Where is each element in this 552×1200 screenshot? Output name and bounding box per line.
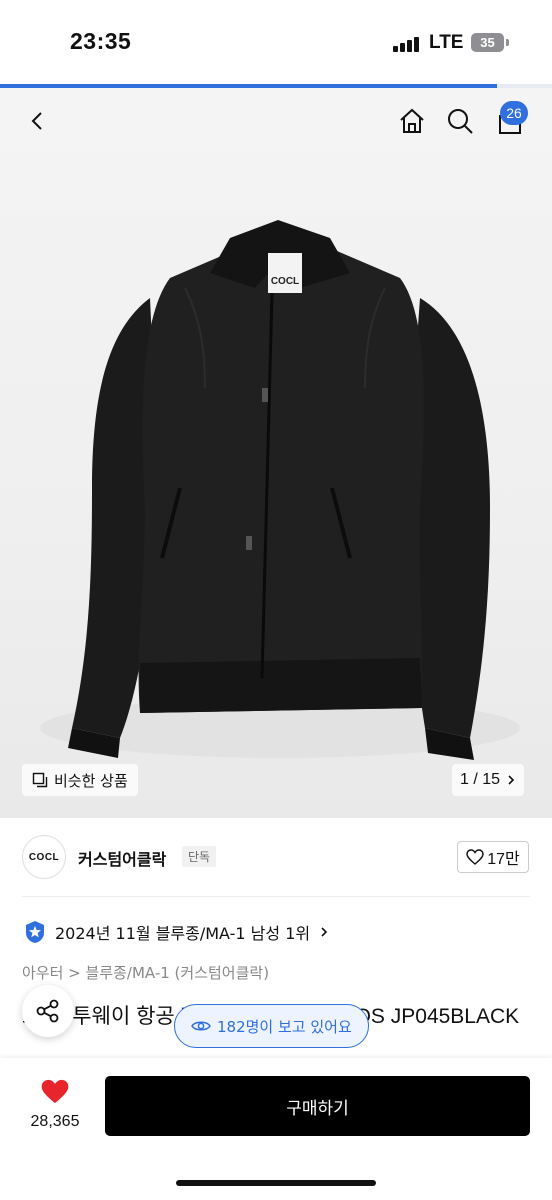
eye-icon (191, 1021, 211, 1031)
image-page-indicator[interactable]: 1 / 15 (452, 764, 525, 796)
divider (22, 896, 530, 897)
search-button[interactable] (440, 101, 480, 141)
home-icon (400, 108, 424, 133)
home-button[interactable] (392, 101, 432, 141)
chevron-left-icon (31, 112, 42, 130)
ranking-link[interactable]: 2024년 11월 블루종/MA-1 남성 1위 (24, 918, 329, 946)
brand-name[interactable]: 커스텀어클락 (78, 846, 166, 870)
chevron-right-icon (321, 927, 328, 937)
wishlist-count: 28,365 (30, 1113, 80, 1130)
similar-products-label: 비슷한 상품 (54, 771, 128, 790)
back-button[interactable] (18, 101, 58, 141)
cart-count-badge: 26 (500, 101, 528, 125)
network-label: LTE (429, 32, 464, 53)
rank-badge-icon (26, 921, 44, 943)
similar-products-button[interactable]: 비슷한 상품 (22, 764, 138, 796)
heart-outline-icon (466, 849, 484, 865)
heart-filled-icon (41, 1079, 69, 1104)
buy-button[interactable]: 구매하기 (105, 1076, 530, 1136)
brand-row[interactable]: COCL 커스텀어클락 단독 17만 (0, 818, 552, 896)
page-indicator-text: 1 / 15 (460, 771, 501, 788)
product-image-gallery[interactable]: COCL (0, 88, 552, 818)
exclusive-badge: 단독 (182, 846, 217, 867)
status-bar: 23:35 LTE 35 (0, 0, 552, 84)
brand-like-count: 17만 (487, 851, 520, 868)
search-icon (448, 109, 473, 134)
bottom-action-bar: 28,365 구매하기 (0, 1058, 552, 1200)
share-button[interactable] (22, 985, 74, 1037)
viewers-text: 182명이 보고 있어요 (217, 1017, 352, 1036)
category-breadcrumb[interactable]: 아우터 > 블루종/MA-1 (커스텀어클락) (22, 962, 269, 983)
status-time: 23:35 (70, 28, 132, 54)
wishlist-button[interactable]: 28,365 (20, 1078, 90, 1131)
similar-icon (32, 772, 48, 788)
jacket-logo: COCL (271, 276, 299, 287)
viewers-toast: 182명이 보고 있어요 (174, 1004, 369, 1048)
jacket-image: COCL (40, 220, 520, 760)
battery-icon: 35 (471, 33, 504, 52)
home-indicator (176, 1180, 376, 1186)
signal-icon (393, 36, 421, 52)
brand-like-button[interactable]: 17만 (457, 841, 529, 873)
brand-logo[interactable]: COCL (22, 835, 66, 879)
share-icon (36, 999, 59, 1023)
battery-tip (506, 39, 509, 46)
chevron-right-icon (508, 775, 515, 785)
ranking-text: 2024년 11월 블루종/MA-1 남성 1위 (55, 924, 311, 943)
